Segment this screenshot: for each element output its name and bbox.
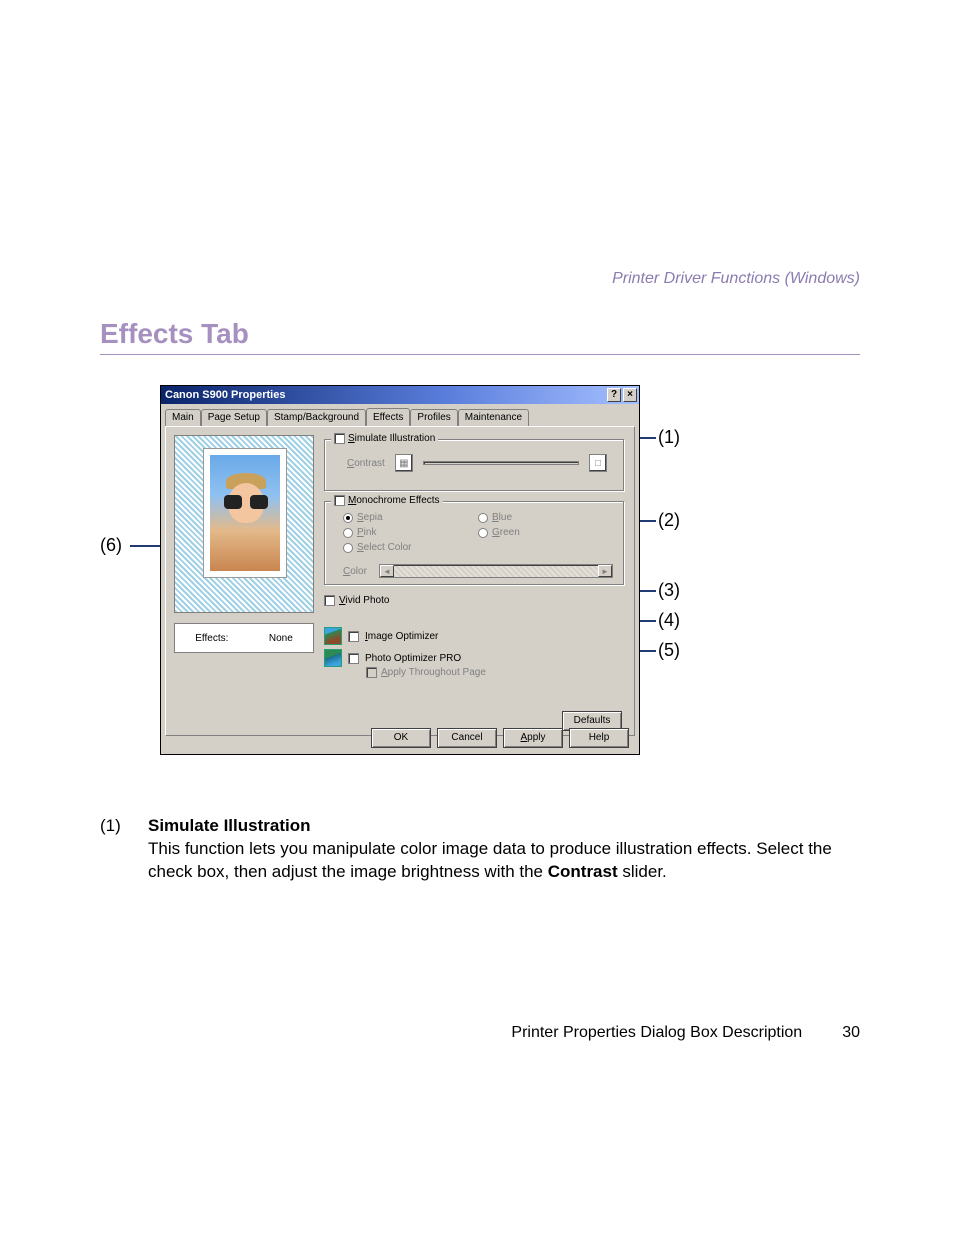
tab-effects[interactable]: Effects bbox=[366, 408, 410, 426]
apply-button[interactable]: Apply bbox=[503, 728, 563, 748]
radio-green[interactable] bbox=[478, 528, 488, 538]
color-label: Color bbox=[343, 566, 367, 577]
radio-sepia[interactable] bbox=[343, 513, 353, 523]
footer-text: Printer Properties Dialog Box Descriptio… bbox=[511, 1024, 802, 1042]
titlebar[interactable]: Canon S900 Properties ? × bbox=[161, 386, 639, 404]
radio-select-color-row[interactable]: Select Color bbox=[343, 542, 478, 553]
tab-stamp-background[interactable]: Stamp/Background bbox=[267, 409, 366, 427]
image-optimizer-row: Image Optimizer bbox=[324, 627, 438, 645]
radio-sepia-row[interactable]: Sepia bbox=[343, 512, 478, 523]
tab-panel-effects: Effects: None Simulate Illustration Cont… bbox=[165, 426, 635, 736]
apply-throughout-label: Apply Throughout Page bbox=[381, 667, 486, 678]
tab-profiles[interactable]: Profiles bbox=[410, 409, 457, 427]
image-optimizer-icon bbox=[324, 627, 342, 645]
callout-1: (1) bbox=[658, 427, 680, 448]
monochrome-effects-checkbox[interactable] bbox=[334, 495, 345, 506]
photo-optimizer-icon bbox=[324, 649, 342, 667]
apply-throughout-row: Apply Throughout Page bbox=[366, 667, 486, 678]
radio-pink-row[interactable]: Pink bbox=[343, 527, 478, 538]
effects-summary: Effects: None bbox=[174, 623, 314, 653]
callout-3: (3) bbox=[658, 580, 680, 601]
apply-throughout-checkbox[interactable] bbox=[366, 667, 377, 678]
contrast-low-icon: ▦ bbox=[395, 454, 413, 472]
tab-page-setup[interactable]: Page Setup bbox=[201, 409, 267, 427]
color-scrollbar[interactable]: ◄ ► bbox=[379, 564, 613, 578]
contrast-row: Contrast ▦ □ bbox=[347, 454, 607, 472]
cancel-button[interactable]: Cancel bbox=[437, 728, 497, 748]
photo-optimizer-checkbox[interactable] bbox=[348, 653, 359, 664]
page-footer: Printer Properties Dialog Box Descriptio… bbox=[100, 1024, 860, 1042]
vivid-photo-checkbox[interactable] bbox=[324, 595, 335, 606]
effects-value: None bbox=[269, 633, 293, 644]
vivid-photo-label: Vivid Photo bbox=[339, 595, 389, 606]
image-optimizer-checkbox[interactable] bbox=[348, 631, 359, 642]
tabstrip: Main Page Setup Stamp/Background Effects… bbox=[161, 404, 639, 426]
contrast-slider[interactable] bbox=[423, 461, 579, 465]
callout-6: (6) bbox=[100, 535, 122, 556]
vivid-photo-row[interactable]: Vivid Photo bbox=[324, 595, 389, 606]
page-title: Effects Tab bbox=[100, 318, 860, 350]
group-monochrome-effects: Monochrome Effects Sepia Blue Pink Green… bbox=[324, 501, 624, 585]
properties-dialog: Canon S900 Properties ? × Main Page Setu… bbox=[160, 385, 640, 755]
group-simulate-illustration: Simulate Illustration Contrast ▦ □ bbox=[324, 439, 624, 491]
ok-button[interactable]: OK bbox=[371, 728, 431, 748]
help-button-bottom[interactable]: Help bbox=[569, 728, 629, 748]
callout-5: (5) bbox=[658, 640, 680, 661]
radio-select-color[interactable] bbox=[343, 543, 353, 553]
description-block: (1) Simulate Illustration This function … bbox=[100, 815, 860, 884]
description-heading: Simulate Illustration bbox=[148, 815, 860, 838]
tab-maintenance[interactable]: Maintenance bbox=[458, 409, 529, 427]
photo-optimizer-label: Photo Optimizer PRO bbox=[365, 653, 461, 664]
radio-green-row[interactable]: Green bbox=[478, 527, 613, 538]
dialog-buttons: OK Cancel Apply Help bbox=[371, 728, 629, 748]
photo-optimizer-row: Photo Optimizer PRO bbox=[324, 649, 461, 667]
simulate-illustration-checkbox[interactable] bbox=[334, 433, 345, 444]
help-button[interactable]: ? bbox=[607, 388, 621, 402]
callout-4: (4) bbox=[658, 610, 680, 631]
radio-pink[interactable] bbox=[343, 528, 353, 538]
radio-blue[interactable] bbox=[478, 513, 488, 523]
preview-photo bbox=[210, 455, 280, 571]
effects-label: Effects: bbox=[195, 633, 228, 644]
close-button[interactable]: × bbox=[623, 388, 637, 402]
simulate-illustration-label: Simulate Illustration bbox=[348, 433, 435, 444]
scroll-right-icon[interactable]: ► bbox=[598, 565, 612, 577]
description-text: This function lets you manipulate color … bbox=[148, 838, 860, 884]
monochrome-effects-label: Monochrome Effects bbox=[348, 495, 440, 506]
figure: (1) (2) (3) (4) (5) (6) Canon S900 Prope… bbox=[100, 385, 740, 785]
section-header: Printer Driver Functions (Windows) bbox=[100, 270, 860, 288]
radio-blue-row[interactable]: Blue bbox=[478, 512, 613, 523]
window-title: Canon S900 Properties bbox=[165, 389, 285, 401]
contrast-label: Contrast bbox=[347, 458, 385, 469]
title-rule bbox=[100, 354, 860, 355]
contrast-high-icon: □ bbox=[589, 454, 607, 472]
tab-main[interactable]: Main bbox=[165, 409, 201, 427]
preview-page bbox=[203, 448, 287, 578]
callout-2: (2) bbox=[658, 510, 680, 531]
description-number: (1) bbox=[100, 815, 130, 884]
footer-page-number: 30 bbox=[842, 1024, 860, 1042]
scroll-left-icon[interactable]: ◄ bbox=[380, 565, 394, 577]
preview-panel bbox=[174, 435, 314, 613]
image-optimizer-label: Image Optimizer bbox=[365, 631, 438, 642]
